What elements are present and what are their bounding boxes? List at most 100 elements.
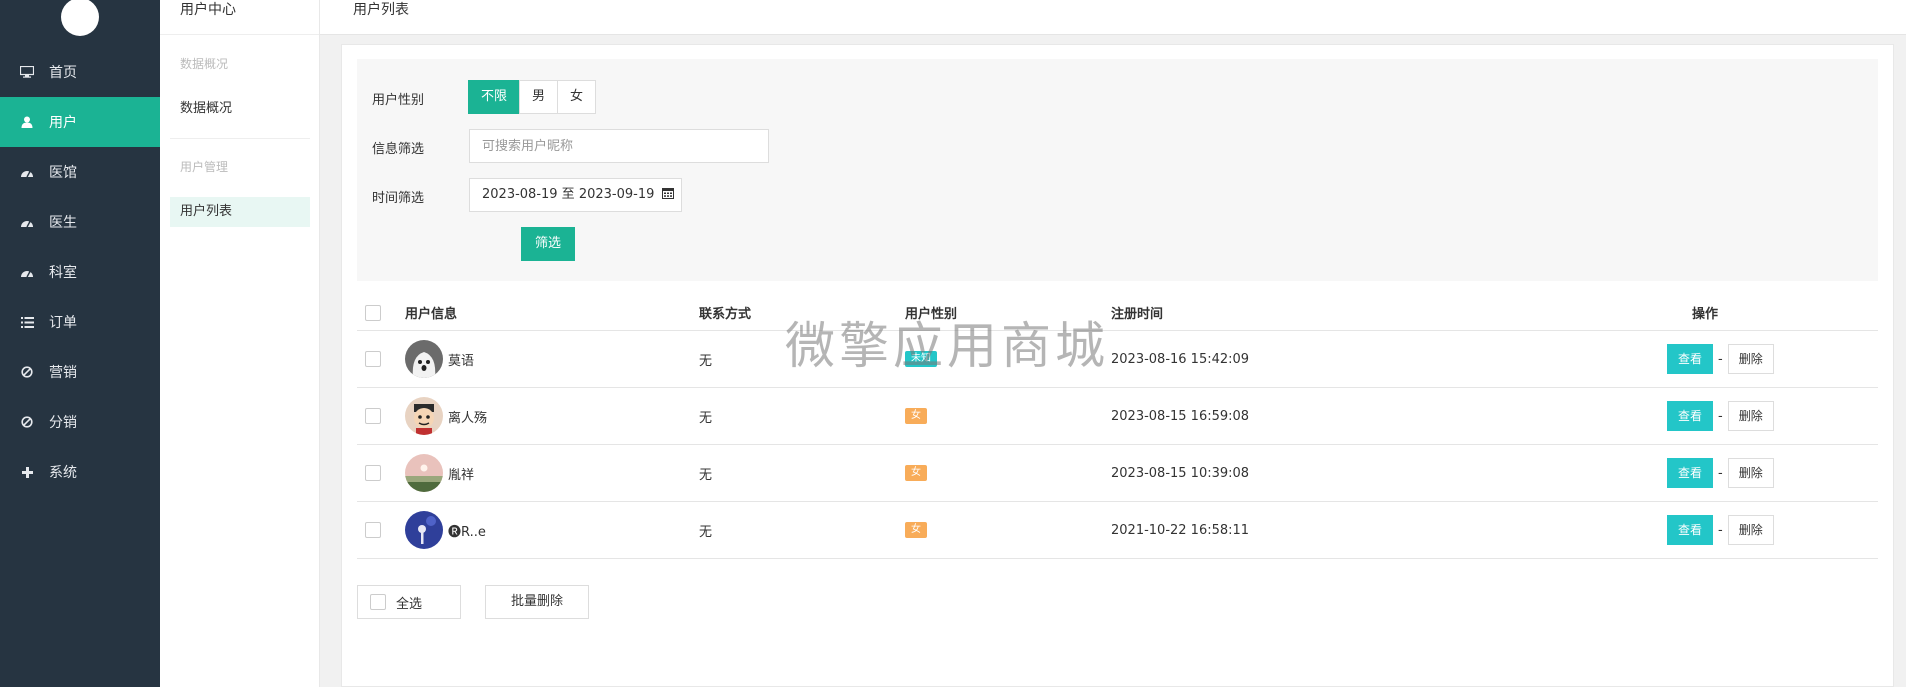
main-panel: 用户性别 不限 男 女 信息筛选 时间筛选 2023-08-19 至 2023-…: [341, 44, 1894, 687]
view-button[interactable]: 查看: [1667, 515, 1713, 545]
table-footer: 全选 批量删除: [357, 585, 589, 619]
subnav-item-user-list[interactable]: 用户列表: [170, 197, 310, 227]
gender-option-female[interactable]: 女: [557, 80, 597, 114]
delete-button[interactable]: 删除: [1727, 401, 1774, 431]
delete-button[interactable]: 删除: [1727, 458, 1774, 488]
table-row: 莫语 无 未知 2023-08-16 15:42:09 查看 - 删除: [357, 331, 1878, 388]
sidebar-item-doctor[interactable]: 医生: [0, 197, 160, 247]
user-name: 🅡R..e: [448, 524, 486, 540]
contact-value: 无: [699, 467, 713, 483]
col-gender: 用户性别: [905, 307, 958, 322]
delete-button[interactable]: 删除: [1727, 515, 1774, 545]
ban-icon: [19, 364, 35, 380]
avatar: [405, 511, 443, 549]
gender-badge: 女: [905, 465, 927, 481]
subnav-group-label: 数据概况: [180, 57, 229, 71]
view-button[interactable]: 查看: [1667, 344, 1713, 374]
user-name: 离人殇: [448, 410, 488, 426]
table-header: 用户信息 联系方式 用户性别 注册时间 操作: [357, 295, 1878, 331]
view-button[interactable]: 查看: [1667, 458, 1713, 488]
main-sidebar: 首页 用户 医馆 医生 科室 订单 营销 分销 系统: [0, 0, 160, 687]
avatar: [405, 454, 443, 492]
divider: [170, 138, 310, 139]
row-checkbox[interactable]: [365, 351, 381, 367]
ban-icon: [19, 414, 35, 430]
filter-panel: 用户性别 不限 男 女 信息筛选 时间筛选 2023-08-19 至 2023-…: [357, 59, 1878, 281]
sidebar-item-marketing[interactable]: 营销: [0, 347, 160, 397]
gender-badge: 女: [905, 408, 927, 424]
gender-badge: 未知: [905, 351, 937, 367]
row-checkbox[interactable]: [365, 408, 381, 424]
register-time: 2023-08-16 15:42:09: [1111, 351, 1250, 367]
action-separator: -: [1718, 465, 1723, 481]
select-all-button[interactable]: 全选: [357, 585, 461, 619]
info-filter-label: 信息筛选: [372, 142, 425, 157]
avatar: [405, 340, 443, 378]
secondary-sidebar: 用户中心 数据概况 数据概况 用户管理 用户列表: [160, 0, 320, 687]
monitor-icon: [19, 64, 35, 80]
subnav-title: 用户中心: [160, 0, 319, 35]
register-time: 2021-10-22 16:58:11: [1111, 522, 1250, 538]
sidebar-item-label: 订单: [49, 315, 77, 331]
gender-segmented-control: 不限 男 女: [468, 80, 597, 114]
subnav-item-overview[interactable]: 数据概况: [170, 94, 310, 124]
contact-value: 无: [699, 524, 713, 540]
main-nav: 首页 用户 医馆 医生 科室 订单 营销 分销 系统: [0, 47, 160, 497]
sidebar-item-label: 医馆: [49, 165, 77, 181]
sidebar-item-label: 分销: [49, 415, 77, 431]
sidebar-item-department[interactable]: 科室: [0, 247, 160, 297]
row-checkbox[interactable]: [365, 522, 381, 538]
avatar[interactable]: [61, 0, 99, 36]
breadcrumb: 用户列表: [353, 2, 409, 18]
select-all-checkbox[interactable]: [370, 594, 386, 610]
sidebar-item-users[interactable]: 用户: [0, 97, 160, 147]
user-name: 胤祥: [448, 467, 475, 483]
select-all-checkbox[interactable]: [365, 304, 381, 321]
gender-badge: 女: [905, 522, 927, 538]
sidebar-item-label: 用户: [49, 115, 77, 131]
table-row: 胤祥 无 女 2023-08-15 10:39:08 查看 - 删除: [357, 445, 1878, 502]
select-all-label: 全选: [396, 596, 423, 612]
batch-delete-button[interactable]: 批量删除: [485, 585, 589, 619]
plus-icon: [19, 464, 35, 480]
sidebar-item-orders[interactable]: 订单: [0, 297, 160, 347]
col-actions: 操作: [1692, 307, 1719, 322]
view-button[interactable]: 查看: [1667, 401, 1713, 431]
sidebar-item-label: 系统: [49, 465, 77, 481]
row-checkbox[interactable]: [365, 465, 381, 481]
table-row: 🅡R..e 无 女 2021-10-22 16:58:11 查看 - 删除: [357, 502, 1878, 559]
sidebar-item-distribution[interactable]: 分销: [0, 397, 160, 447]
user-icon: [19, 114, 35, 130]
col-contact: 联系方式: [699, 307, 752, 322]
filter-submit-button[interactable]: 筛选: [521, 227, 575, 261]
gender-option-any[interactable]: 不限: [468, 80, 521, 114]
sidebar-item-system[interactable]: 系统: [0, 447, 160, 497]
user-name: 莫语: [448, 353, 475, 369]
col-user-info: 用户信息: [405, 307, 458, 322]
action-separator: -: [1718, 408, 1723, 424]
user-table: 用户信息 联系方式 用户性别 注册时间 操作 莫语 无 未知 2023-08-1…: [357, 295, 1878, 559]
calendar-icon: [661, 180, 674, 212]
contact-value: 无: [699, 410, 713, 426]
date-range-picker[interactable]: 2023-08-19 至 2023-09-19: [469, 178, 682, 212]
sidebar-item-label: 科室: [49, 265, 77, 281]
col-register-time: 注册时间: [1111, 307, 1164, 322]
table-row: 离人殇 无 女 2023-08-15 16:59:08 查看 - 删除: [357, 388, 1878, 445]
delete-button[interactable]: 删除: [1727, 344, 1774, 374]
top-header: 用户列表: [320, 0, 1906, 35]
search-input[interactable]: [469, 129, 769, 163]
gender-option-male[interactable]: 男: [519, 80, 559, 114]
sidebar-item-label: 营销: [49, 365, 77, 381]
sidebar-item-home[interactable]: 首页: [0, 47, 160, 97]
contact-value: 无: [699, 353, 713, 369]
dashboard-icon: [19, 214, 35, 230]
action-separator: -: [1718, 522, 1723, 538]
register-time: 2023-08-15 16:59:08: [1111, 408, 1250, 424]
subnav-group-label: 用户管理: [180, 160, 229, 174]
sidebar-item-clinic[interactable]: 医馆: [0, 147, 160, 197]
date-range-value: 2023-08-19 至 2023-09-19: [482, 187, 655, 202]
dashboard-icon: [19, 264, 35, 280]
avatar: [405, 397, 443, 435]
gender-filter-label: 用户性别: [372, 93, 425, 108]
action-separator: -: [1718, 351, 1723, 367]
